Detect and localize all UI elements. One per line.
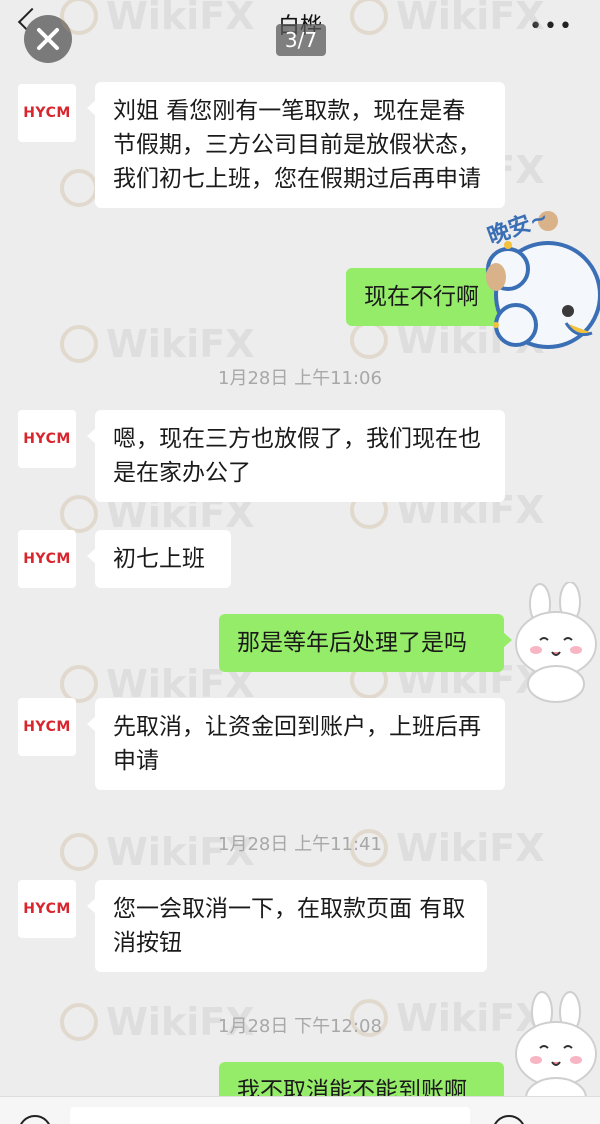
timestamp: 1月28日 上午11:06 bbox=[218, 368, 382, 389]
input-bar bbox=[0, 1096, 600, 1124]
avatar[interactable]: HYCM bbox=[18, 530, 76, 588]
avatar[interactable]: HYCM bbox=[18, 698, 76, 756]
message-bubble-self[interactable]: 那是等年后处理了是吗 bbox=[219, 614, 512, 672]
message-bubble[interactable]: 嗯，现在三方也放假了，我们现在也是在家办公了 bbox=[87, 410, 505, 502]
message-bubble[interactable]: 您一会取消一下，在取款页面 有取消按钮 bbox=[87, 880, 487, 972]
timestamp: 1月28日 上午11:41 bbox=[218, 834, 382, 855]
message-bubble[interactable]: 先取消，让资金回到账户，上班后再申请 bbox=[87, 698, 505, 790]
sheep-sticker[interactable]: 晚安~ bbox=[478, 195, 600, 365]
avatar[interactable]: HYCM bbox=[18, 880, 76, 938]
emoji-icon[interactable] bbox=[492, 1115, 526, 1124]
message-bubble[interactable]: 初七上班 bbox=[87, 530, 231, 588]
message-input[interactable] bbox=[70, 1107, 470, 1124]
bunny-sticker[interactable] bbox=[512, 581, 600, 704]
watermark: WikiFX bbox=[60, 322, 255, 366]
message-bubble[interactable]: 刘姐 看您刚有一笔取款，现在是春节假期，三方公司目前是放假状态，我们初七上班，您… bbox=[87, 82, 505, 208]
timestamp: 1月28日 下午12:08 bbox=[218, 1016, 382, 1037]
avatar[interactable]: HYCM bbox=[18, 84, 76, 142]
more-options-button[interactable]: ••• bbox=[529, 14, 574, 39]
chat-header: 白桦 3/7 ••• bbox=[0, 0, 600, 63]
bunny-sticker-image bbox=[515, 581, 597, 703]
voice-icon[interactable] bbox=[18, 1115, 52, 1124]
page-counter: 3/7 bbox=[276, 24, 326, 56]
avatar[interactable]: HYCM bbox=[18, 410, 76, 468]
